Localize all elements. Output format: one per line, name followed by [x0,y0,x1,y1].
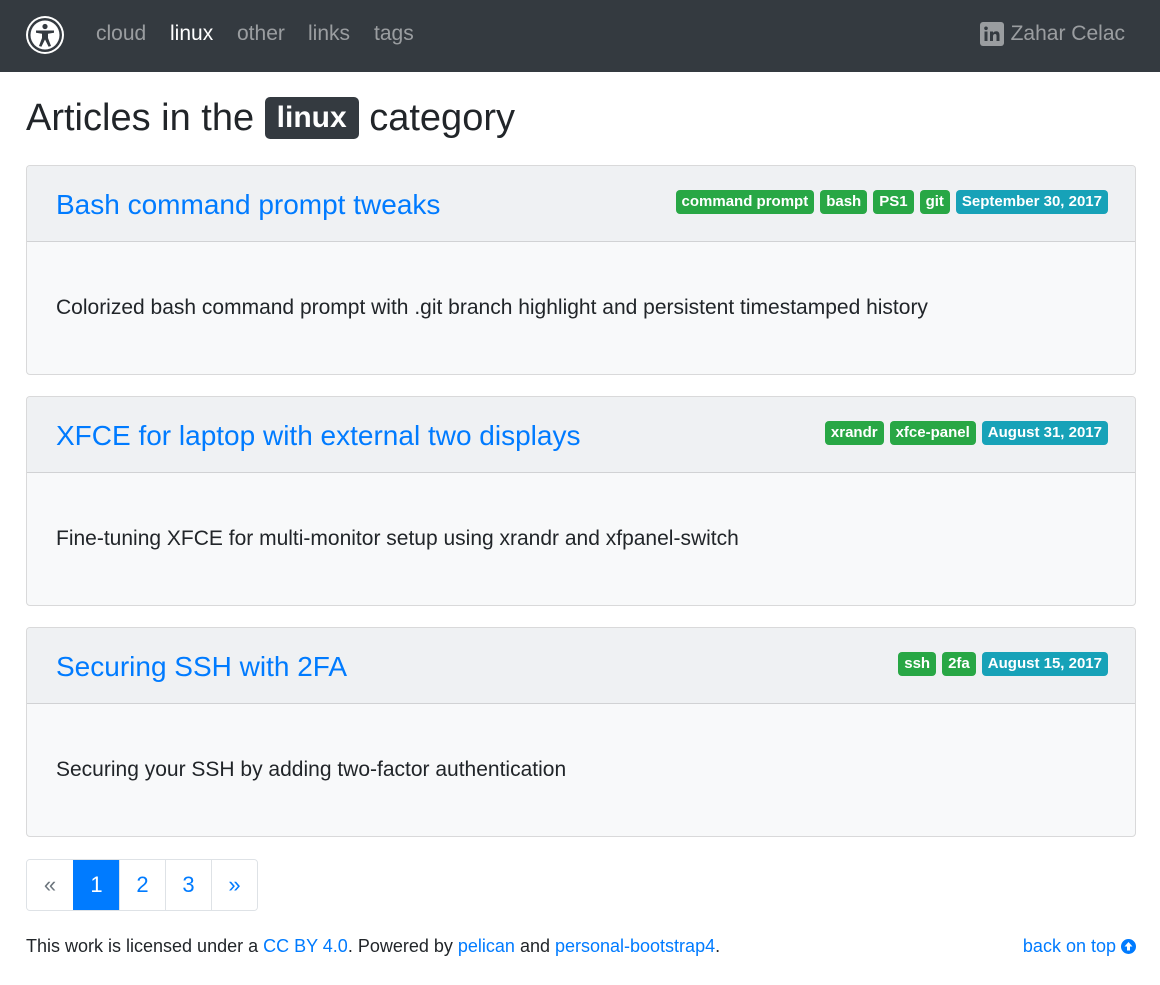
article-card: Securing SSH with 2FA ssh 2fa August 15,… [26,627,1136,837]
title-prefix: Articles in the [26,97,255,139]
tag-badge[interactable]: xfce-panel [889,421,976,445]
tag-badge[interactable]: git [919,190,950,214]
article-summary: Colorized bash command prompt with .git … [56,296,928,319]
pagination-page-2[interactable]: 2 [119,860,165,910]
license-link[interactable]: CC BY 4.0 [263,936,348,956]
nav-item-other[interactable]: other [237,21,285,47]
article-card-header: XFCE for laptop with external two displa… [27,397,1135,473]
date-badge: August 15, 2017 [981,652,1108,676]
article-card: XFCE for laptop with external two displa… [26,396,1136,606]
author-link[interactable]: Zahar Celac [979,21,1125,47]
footer-text-3: and [514,936,555,956]
back-on-top-link[interactable]: back on top [1023,935,1136,957]
accessibility-icon[interactable] [26,16,64,54]
article-summary: Securing your SSH by adding two-factor a… [56,758,567,781]
article-card-header: Securing SSH with 2FA ssh 2fa August 15,… [27,628,1135,704]
tag-badge[interactable]: PS1 [873,190,914,214]
pagination-prev[interactable]: « [27,860,73,910]
article-badges: ssh 2fa August 15, 2017 [898,652,1108,676]
article-badges: command prompt bash PS1 git September 30… [675,190,1108,214]
linkedin-icon [979,22,1004,46]
pagination-page-3[interactable]: 3 [165,860,211,910]
title-suffix: category [369,97,515,139]
article-badges: xrandr xfce-panel August 31, 2017 [824,421,1108,445]
nav-item-tags[interactable]: tags [374,21,414,47]
date-badge: August 31, 2017 [981,421,1108,445]
tag-badge[interactable]: xrandr [824,421,884,445]
author-name: Zahar Celac [1010,22,1125,45]
footer-text: This work is licensed under a CC BY 4.0.… [26,935,720,957]
article-card-header: Bash command prompt tweaks command promp… [27,166,1135,242]
pagination-page-1[interactable]: 1 [73,860,119,910]
tag-badge[interactable]: ssh [898,652,937,676]
nav-item-cloud[interactable]: cloud [96,21,146,47]
pagination-next[interactable]: » [211,860,257,910]
pelican-link[interactable]: pelican [458,936,515,956]
article-card: Bash command prompt tweaks command promp… [26,165,1136,375]
article-summary: Fine-tuning XFCE for multi-monitor setup… [56,527,739,550]
tag-badge[interactable]: command prompt [675,190,815,214]
navbar: cloud linux other links tags Zahar Celac [0,0,1160,72]
article-title-link[interactable]: Bash command prompt tweaks [56,188,440,222]
nav-item-links[interactable]: links [308,21,350,47]
tag-badge[interactable]: bash [820,190,868,214]
article-title-link[interactable]: XFCE for laptop with external two displa… [56,419,580,453]
theme-link[interactable]: personal-bootstrap4 [555,936,715,956]
nav-item-linux[interactable]: linux [170,21,213,47]
footer-text-2: . Powered by [347,936,458,956]
footer-text-4: . [715,936,721,956]
page-title: Articles in the linux category [26,94,515,142]
arrow-up-circle-icon [1121,938,1136,954]
tag-badge[interactable]: 2fa [942,652,976,676]
pagination: « 1 2 3 » [26,859,258,911]
category-badge: linux [264,97,359,139]
article-title-link[interactable]: Securing SSH with 2FA [56,650,347,684]
footer-text-1: This work is licensed under a [26,936,264,956]
date-badge: September 30, 2017 [955,190,1108,214]
back-on-top-label: back on top [1022,936,1116,956]
